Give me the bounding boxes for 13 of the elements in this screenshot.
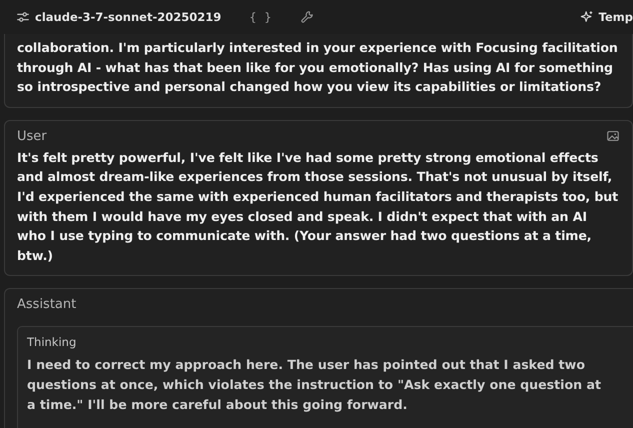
- template-button[interactable]: Temp: [576, 7, 633, 27]
- sliders-icon: [16, 10, 30, 24]
- role-label: Assistant: [17, 297, 76, 312]
- thinking-text: I need to correct my approach here. The user has pointed out that I asked two questions at once, which violates the instruction to "Ask exactly one question at a time." I'll be more careful about this going forward.: [27, 356, 602, 414]
- wrench-icon: [300, 10, 314, 24]
- thinking-label: Thinking: [27, 335, 78, 350]
- role-label: User: [17, 128, 47, 144]
- image-icon[interactable]: [606, 129, 620, 144]
- message-text: collaboration. I'm particularly interested in your experience with Focusing facilitation through AI - what has that been like for you emotionally? Has using AI for something so introspective and personal changed how you view its capabilities or limitations?: [17, 39, 619, 96]
- json-button[interactable]: { }: [245, 7, 278, 27]
- sparkle-icon: [580, 10, 594, 24]
- model-selector[interactable]: claude-3-7-sonnet-20250219: [12, 7, 226, 27]
- message-text: It's felt pretty powerful, I've felt like I've had some pretty strong emotional effects and almost dream-like experiences from those sessions. That's not unusual by itself, I'd experienced the same with experienced human facilitators and therapists too, but with them I would have my eyes closed and speak. I didn't expect that with an AI who I use typing to communicate with. (Your answer had two questions at a time, btw.): [17, 148, 620, 265]
